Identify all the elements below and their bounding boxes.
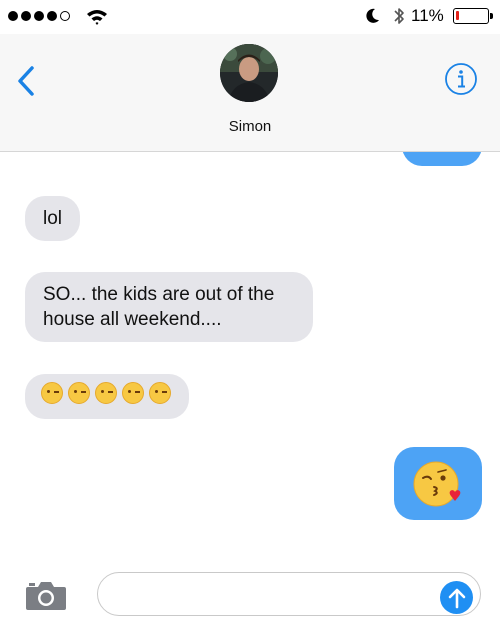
info-icon xyxy=(445,63,477,95)
message-bubble-incoming[interactable]: lol xyxy=(25,196,80,241)
emoji-group xyxy=(41,382,189,404)
battery-percentage: 11% xyxy=(411,6,444,25)
camera-icon xyxy=(26,582,66,610)
info-button[interactable] xyxy=(444,62,478,96)
message-text: lol xyxy=(43,208,63,229)
conversation-header: Simon xyxy=(0,34,500,152)
camera-button[interactable] xyxy=(25,578,67,612)
battery-icon xyxy=(453,8,493,24)
avatar[interactable] xyxy=(220,44,278,102)
moon-icon xyxy=(366,8,379,23)
message-bubble-outgoing[interactable] xyxy=(394,447,482,520)
compose-bar xyxy=(0,560,500,625)
message-list[interactable]: lol SO... the kids are out of the house … xyxy=(0,152,500,560)
winking-face-emoji-icon xyxy=(41,382,63,404)
status-bar: 11% xyxy=(0,0,500,34)
winking-face-emoji-icon xyxy=(122,382,144,404)
bluetooth-icon xyxy=(394,8,404,24)
wifi-icon xyxy=(87,10,107,25)
chevron-left-icon xyxy=(18,66,34,96)
winking-face-emoji-icon xyxy=(149,382,171,404)
message-input[interactable] xyxy=(112,583,436,607)
signal-strength-icon xyxy=(8,11,70,21)
contact-name[interactable]: Simon xyxy=(0,118,500,135)
message-text: SO... the kids are out of the house all … xyxy=(43,284,275,330)
message-field[interactable] xyxy=(97,572,481,616)
contact-photo xyxy=(220,44,278,102)
send-arrow-icon xyxy=(448,588,465,608)
message-bubble-incoming[interactable] xyxy=(25,374,189,419)
send-button[interactable] xyxy=(440,581,473,614)
winking-face-emoji-icon xyxy=(68,382,90,404)
kissing-face-emoji-icon xyxy=(413,461,461,506)
message-bubble-incoming[interactable]: SO... the kids are out of the house all … xyxy=(25,272,313,342)
back-button[interactable] xyxy=(12,64,44,98)
message-bubble-outgoing[interactable] xyxy=(402,152,482,166)
winking-face-emoji-icon xyxy=(95,382,117,404)
